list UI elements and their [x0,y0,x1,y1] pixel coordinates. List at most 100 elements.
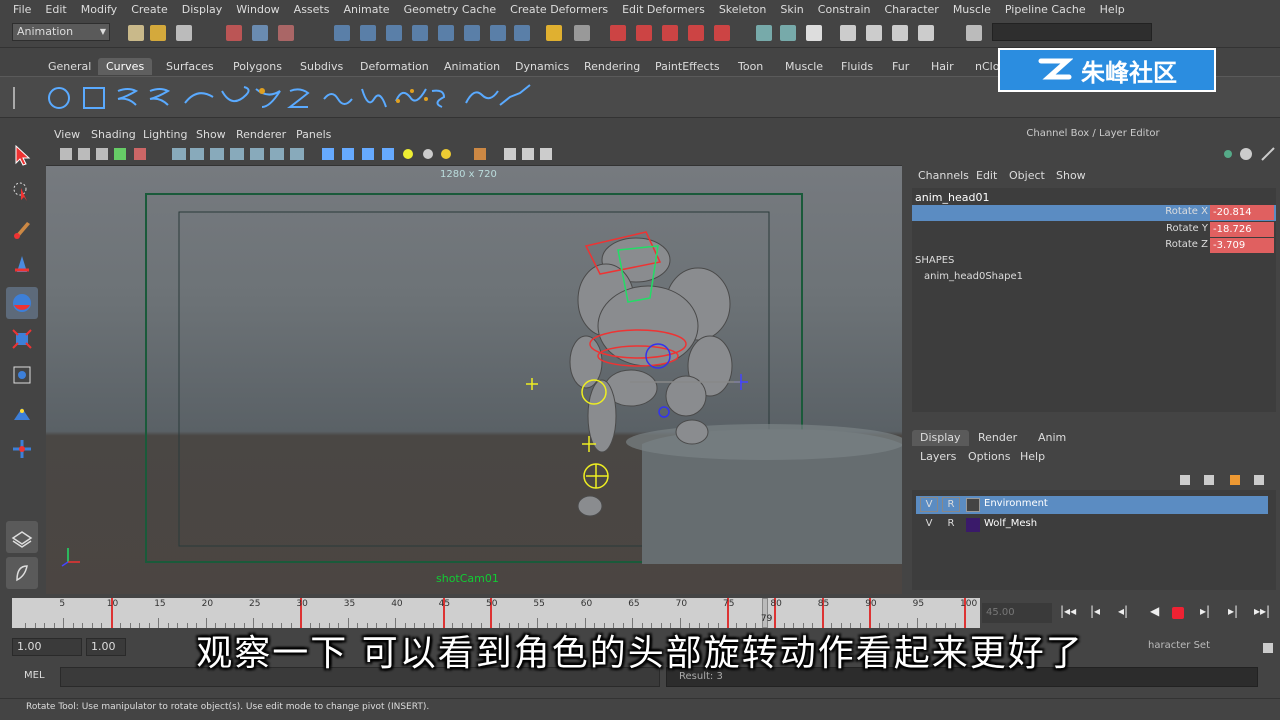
rotate-y-value[interactable]: -18.726 [1210,222,1274,237]
shelf-tab-deformation[interactable]: Deformation [352,58,437,75]
open-scene-icon[interactable] [150,25,166,41]
viewport-menu-lighting[interactable]: Lighting [143,128,187,141]
shelf-tab-rendering[interactable]: Rendering [576,58,648,75]
layer-tab-display[interactable]: Display [912,430,969,446]
shelf-tab-fur[interactable]: Fur [884,58,917,75]
channel-rotate-y[interactable]: Rotate Y -18.726 [912,222,1276,238]
shelf-tab-hair[interactable]: Hair [923,58,962,75]
snap-point-icon[interactable] [386,25,402,41]
hypershade-icon[interactable] [688,25,704,41]
play-backward-icon[interactable]: ◀ [1150,604,1159,618]
move-tool-icon[interactable] [6,249,38,281]
quick-search-field[interactable] [992,23,1152,41]
viewport-menu-shading[interactable]: Shading [91,128,136,141]
select-object-icon[interactable] [252,25,268,41]
menu-create-deformers[interactable]: Create Deformers [503,3,615,16]
shelf-tab-dynamics[interactable]: Dynamics [507,58,577,75]
layer-menu-help[interactable]: Help [1020,450,1045,463]
layer-name[interactable]: Environment [984,498,1048,509]
snap-surface-icon[interactable] [438,25,454,41]
layer-menu-layers[interactable]: Layers [920,450,956,463]
tool-settings-icon[interactable] [866,25,882,41]
make-live-icon[interactable] [464,25,480,41]
select-component-icon[interactable] [278,25,294,41]
step-forward-key-icon[interactable]: ▸| [1228,604,1238,618]
channel-rotate-x[interactable]: Rotate X -20.814 [912,205,1276,221]
paint-select-tool-icon[interactable] [6,213,38,245]
render-frame-icon[interactable] [610,25,626,41]
layer-name[interactable]: Wolf_Mesh [984,518,1037,529]
menu-character[interactable]: Character [878,3,946,16]
menu-skeleton[interactable]: Skeleton [712,3,774,16]
layer-row-wolf-mesh[interactable]: V R Wolf_Mesh [916,516,1268,534]
rotate-tool-icon[interactable] [6,287,38,319]
mode-select[interactable]: Animation ▼ [12,23,110,41]
help-query-icon[interactable] [514,25,530,41]
snap-plane-icon[interactable] [412,25,428,41]
shelf-tab-polygons[interactable]: Polygons [225,58,290,75]
step-forward-frame-icon[interactable]: ▸| [1200,604,1210,618]
shelf-tab-general[interactable]: General [40,58,99,75]
quick-select-icon[interactable] [966,25,982,41]
menu-edit-deformers[interactable]: Edit Deformers [615,3,712,16]
menu-window[interactable]: Window [229,3,286,16]
layer-menu-options[interactable]: Options [968,450,1010,463]
select-hierarchy-icon[interactable] [226,25,242,41]
shape-node-name[interactable]: anim_head0Shape1 [924,271,1023,282]
attribute-editor-icon[interactable] [840,25,856,41]
viewport-menu-panels[interactable]: Panels [296,128,331,141]
menu-pipeline-cache[interactable]: Pipeline Cache [998,3,1093,16]
input-line-icon[interactable] [756,25,772,41]
menu-skin[interactable]: Skin [773,3,810,16]
viewport-menu-renderer[interactable]: Renderer [236,128,286,141]
new-scene-icon[interactable] [128,25,144,41]
save-scene-icon[interactable] [176,25,192,41]
rename-icon[interactable] [780,25,796,41]
menu-modify[interactable]: Modify [74,3,124,16]
viewport-toolbar-icons[interactable] [46,144,566,166]
viewport-menu-view[interactable]: View [54,128,80,141]
go-to-start-icon[interactable]: |◂◂ [1060,604,1076,618]
shelf-tab-painteffects[interactable]: PaintEffects [647,58,728,75]
ipr-render-icon[interactable] [636,25,652,41]
sidebar-toggle-icon[interactable] [806,25,822,41]
construction-history-icon[interactable] [574,25,590,41]
menu-assets[interactable]: Assets [287,3,337,16]
menu-edit[interactable]: Edit [38,3,73,16]
layer-visibility-toggle[interactable]: V [920,497,938,512]
menu-constrain[interactable]: Constrain [811,3,878,16]
layer-create-icons[interactable] [1176,470,1272,488]
layer-tab-anim[interactable]: Anim [1030,430,1074,446]
snap-grid-icon[interactable] [334,25,350,41]
menu-animate[interactable]: Animate [336,3,396,16]
layer-visibility-toggle[interactable]: V [920,517,938,532]
shelf-tab-animation[interactable]: Animation [436,58,508,75]
scale-tool-icon[interactable] [6,323,38,355]
layer-tab-render[interactable]: Render [970,430,1025,446]
menu-create[interactable]: Create [124,3,175,16]
step-back-frame-icon[interactable]: ◂| [1118,604,1128,618]
go-to-end-icon[interactable]: ▸▸| [1254,604,1270,618]
soft-modify-tool-icon[interactable] [6,397,38,429]
menu-help[interactable]: Help [1093,3,1132,16]
universal-manipulator-icon[interactable] [6,359,38,391]
shelf-tab-subdivs[interactable]: Subdivs [292,58,351,75]
time-slider[interactable]: 5 10 15 20 25 30 35 40 45 50 55 60 65 70 75 80 85 90 95 100… [12,598,980,628]
snap-curve-icon[interactable] [360,25,376,41]
viewport-menu-show[interactable]: Show [196,128,226,141]
shelf-tab-fluids[interactable]: Fluids [833,58,881,75]
current-frame-field[interactable]: 45.00 [982,603,1052,623]
lasso-tool-icon[interactable] [6,175,38,207]
channel-rotate-z[interactable]: Rotate Z -3.709 [912,238,1276,254]
rotate-z-value[interactable]: -3.709 [1210,238,1274,253]
layer-color-swatch[interactable] [966,498,980,512]
outliner-layout-icon[interactable] [6,557,38,589]
cb-menu-edit[interactable]: Edit [976,169,997,182]
viewport-scene[interactable] [46,166,902,594]
shelf-tab-muscle[interactable]: Muscle [777,58,831,75]
layer-reference-toggle[interactable]: R [942,497,960,512]
layer-color-swatch[interactable] [966,518,980,532]
layer-editor-icon[interactable] [918,25,934,41]
lock-icon[interactable] [546,25,562,41]
stop-icon[interactable] [1172,607,1184,619]
